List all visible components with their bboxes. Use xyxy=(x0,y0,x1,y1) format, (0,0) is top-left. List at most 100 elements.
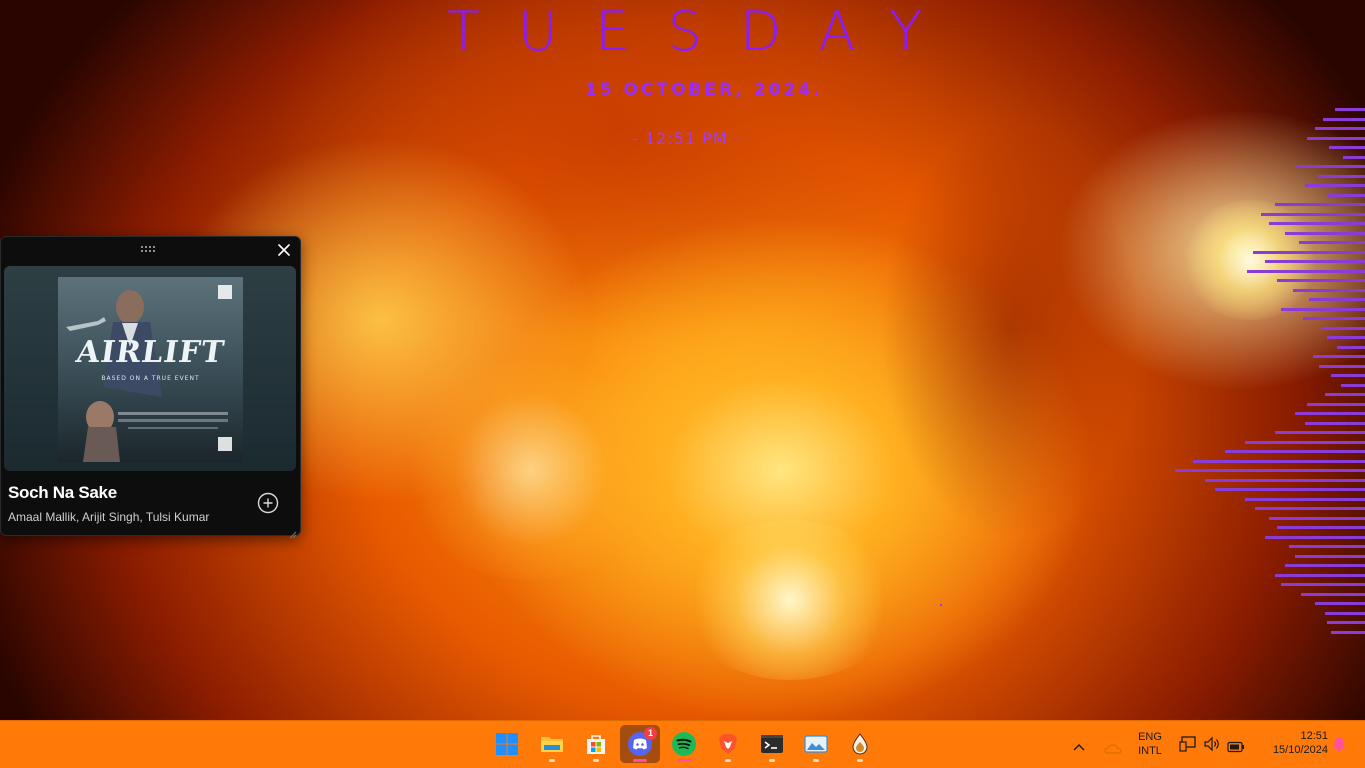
desktop-dot xyxy=(940,604,942,606)
visualizer-bar xyxy=(1337,345,1365,349)
audio-visualizer xyxy=(1165,108,1365,648)
visualizer-bar xyxy=(1275,573,1365,577)
volume-button[interactable] xyxy=(1203,736,1221,756)
visualizer-bar xyxy=(1293,288,1365,292)
clock-button[interactable]: 12:51 15/10/2024 xyxy=(1256,730,1328,756)
photos-icon xyxy=(804,735,828,753)
visualizer-bar xyxy=(1225,450,1365,453)
visualizer-bar xyxy=(1247,269,1365,273)
visualizer-bar xyxy=(1305,184,1365,187)
spotify-icon xyxy=(672,732,696,756)
visualizer-bar xyxy=(1215,488,1365,491)
battery-icon xyxy=(1227,741,1244,753)
add-circle-icon xyxy=(257,492,279,514)
visualizer-bar xyxy=(1275,203,1365,206)
wallpaper-flare xyxy=(680,520,900,680)
drop-icon xyxy=(852,733,868,755)
visualizer-bar xyxy=(1331,630,1365,634)
bell-icon xyxy=(1333,737,1345,752)
visualizer-bar xyxy=(1275,431,1365,434)
song-artists[interactable]: Amaal Mallik, Arijit Singh, Tulsi Kumar xyxy=(8,510,209,524)
network-button[interactable] xyxy=(1179,736,1197,756)
cloud-icon xyxy=(1104,744,1122,754)
visualizer-bar xyxy=(1277,526,1365,529)
time-label: - 12:51 PM - xyxy=(632,129,741,148)
drag-handle-icon[interactable] xyxy=(140,245,156,253)
visualizer-bar xyxy=(1295,412,1365,415)
visualizer-bar xyxy=(1325,393,1365,396)
wallpaper-flare xyxy=(400,360,660,580)
visualizer-bar xyxy=(1307,402,1365,406)
visualizer-bar xyxy=(1305,421,1365,425)
visualizer-bar xyxy=(1307,136,1365,140)
visualizer-bar xyxy=(1321,326,1365,330)
visualizer-bar xyxy=(1327,193,1365,197)
taskbar-app-store[interactable] xyxy=(576,725,616,763)
visualizer-bar xyxy=(1331,374,1365,377)
taskbar-time: 12:51 xyxy=(1300,730,1328,742)
taskbar-app-brave[interactable] xyxy=(708,725,748,763)
onedrive-button[interactable] xyxy=(1104,739,1122,758)
visualizer-bar xyxy=(1281,307,1365,311)
taskbar-app-terminal[interactable] xyxy=(752,725,792,763)
song-title[interactable]: Soch Na Sake xyxy=(8,483,117,503)
language-indicator[interactable]: ENG INTL xyxy=(1134,731,1166,757)
taskbar-app-photos[interactable] xyxy=(796,725,836,763)
visualizer-bar xyxy=(1253,250,1365,254)
visualizer-bar xyxy=(1285,564,1365,567)
notifications-button[interactable] xyxy=(1331,736,1347,756)
media-player-widget: AIRLIFT BASED ON A TRUE EVENT Soch Na Sa… xyxy=(0,236,301,539)
visualizer-bar xyxy=(1255,507,1365,510)
add-to-library-button[interactable] xyxy=(257,492,279,514)
visualizer-bar xyxy=(1289,545,1365,548)
taskbar-app-discord[interactable]: 1 xyxy=(620,725,660,763)
album-art-frame: AIRLIFT BASED ON A TRUE EVENT xyxy=(4,266,296,471)
visualizer-bar xyxy=(1319,364,1365,368)
close-icon xyxy=(278,244,290,256)
store-icon xyxy=(587,735,605,754)
visualizer-bar xyxy=(1281,583,1365,586)
wallpaper-shadow xyxy=(880,120,1140,540)
visualizer-bar xyxy=(1295,554,1365,558)
visualizer-bar xyxy=(1205,478,1365,482)
visualizer-bar xyxy=(1193,459,1365,463)
chevron-up-icon xyxy=(1073,744,1085,751)
visualizer-bar xyxy=(1175,469,1365,472)
visualizer-bar xyxy=(1309,298,1365,301)
visualizer-bar xyxy=(1323,117,1365,121)
taskbar-app-file-explorer[interactable] xyxy=(532,725,572,763)
notification-badge: 1 xyxy=(644,727,657,740)
speaker-icon xyxy=(1204,736,1219,752)
visualizer-bar xyxy=(1343,155,1365,159)
taskbar: 1 ENG INTL 12:51 15/10/2024 xyxy=(0,720,1365,768)
visualizer-bar xyxy=(1265,260,1365,263)
taskbar-app-raindrop[interactable] xyxy=(840,725,880,763)
visualizer-bar xyxy=(1261,212,1365,216)
network-icon xyxy=(1179,736,1196,752)
close-button[interactable] xyxy=(276,242,292,258)
album-art-subtitle: BASED ON A TRUE EVENT xyxy=(101,375,200,382)
show-hidden-icons-button[interactable] xyxy=(1072,737,1086,756)
start-button[interactable] xyxy=(487,725,527,763)
visualizer-bar xyxy=(1301,592,1365,596)
visualizer-bar xyxy=(1303,317,1365,320)
terminal-icon xyxy=(761,735,783,753)
visualizer-bar xyxy=(1341,383,1365,387)
taskbar-app-spotify[interactable] xyxy=(664,725,704,763)
resize-grip-icon[interactable] xyxy=(289,524,297,539)
visualizer-bar xyxy=(1335,108,1365,111)
windows-start-icon xyxy=(496,733,518,755)
taskbar-date: 15/10/2024 xyxy=(1272,744,1328,756)
visualizer-bar xyxy=(1245,497,1365,501)
battery-button[interactable] xyxy=(1227,738,1245,757)
date-label: 15 OCTOBER, 2024. xyxy=(585,80,823,100)
visualizer-bar xyxy=(1269,516,1365,520)
visualizer-bar xyxy=(1245,440,1365,444)
visualizer-bar xyxy=(1325,611,1365,615)
visualizer-bar xyxy=(1313,355,1365,358)
visualizer-bar xyxy=(1285,231,1365,235)
visualizer-bar xyxy=(1327,336,1365,339)
language-code: ENG xyxy=(1138,731,1162,743)
visualizer-bar xyxy=(1295,165,1365,168)
visualizer-bar xyxy=(1317,174,1365,178)
